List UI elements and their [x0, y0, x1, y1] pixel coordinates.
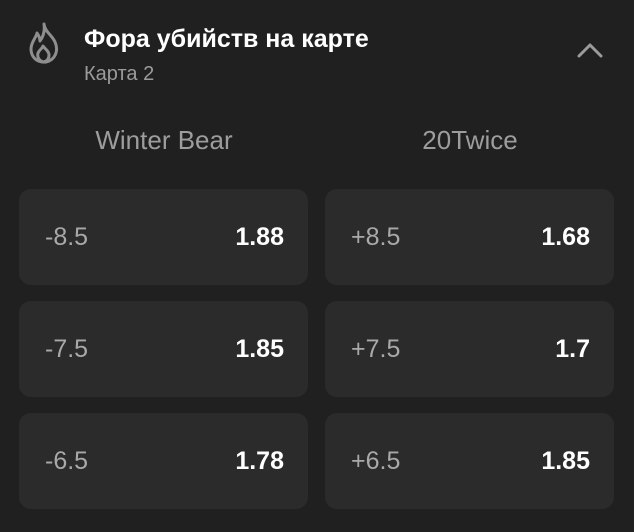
odds-cell-right-2[interactable]: +7.5 1.7	[325, 301, 614, 397]
market-header: Фора убийств на карте Карта 2	[0, 0, 634, 100]
odds-cell-left-1[interactable]: -8.5 1.88	[19, 189, 308, 285]
odds-value: 1.85	[235, 335, 284, 363]
handicap-line: +6.5	[351, 447, 401, 475]
handicap-line: -6.5	[45, 447, 89, 475]
market-subtitle: Карта 2	[84, 63, 155, 85]
odds-value: 1.68	[541, 223, 590, 251]
odds-value: 1.85	[541, 447, 590, 475]
team-right-name: 20Twice	[422, 125, 518, 155]
market-title: Фора убийств на карте	[84, 25, 369, 53]
handicap-line: -8.5	[45, 223, 89, 251]
odds-cell-right-1[interactable]: +8.5 1.68	[325, 189, 614, 285]
odds-cell-right-3[interactable]: +6.5 1.85	[325, 413, 614, 509]
handicap-line: -7.5	[45, 335, 89, 363]
odds-cell-left-2[interactable]: -7.5 1.85	[19, 301, 308, 397]
chevron-up-icon[interactable]	[574, 38, 606, 62]
handicap-line: +7.5	[351, 335, 401, 363]
odds-value: 1.78	[235, 447, 284, 475]
flame-icon	[29, 22, 59, 64]
team-names: Winter Bear 20Twice	[0, 120, 634, 160]
odds-grid: -8.5 1.88 +8.5 1.68 -7.5 1.85 +7.5 1.7 -…	[19, 189, 614, 509]
odds-value: 1.7	[555, 335, 590, 363]
team-left-name: Winter Bear	[95, 125, 233, 155]
odds-value: 1.88	[235, 223, 284, 251]
odds-cell-left-3[interactable]: -6.5 1.78	[19, 413, 308, 509]
handicap-line: +8.5	[351, 223, 401, 251]
